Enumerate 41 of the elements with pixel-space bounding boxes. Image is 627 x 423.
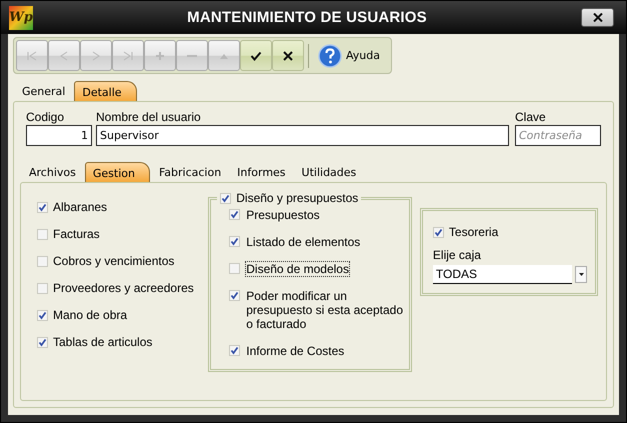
field-label: Nombre del usuario <box>96 110 202 124</box>
help-icon <box>318 44 342 68</box>
tab[interactable]: General <box>15 81 72 101</box>
dropdown-button[interactable] <box>575 266 587 283</box>
checkbox-label: Poder modificar un presupuesto si esta aceptado o facturado <box>245 288 404 332</box>
checkbox-label: Tesoreria <box>448 225 498 239</box>
checkbox-label: Listado de elementos <box>245 234 362 250</box>
field-label: Codigo <box>26 110 66 124</box>
checkbox[interactable] <box>37 310 48 320</box>
accept-button[interactable] <box>240 40 272 71</box>
tab[interactable]: Archivos <box>22 162 83 182</box>
close-icon <box>592 13 602 22</box>
help-button[interactable]: Ayuda <box>313 40 389 71</box>
group-label: Diseño y presupuestos <box>236 191 358 205</box>
tab[interactable]: Utilidades <box>294 162 364 182</box>
tab[interactable]: Informes <box>230 162 293 182</box>
field-label: Elije caja <box>432 248 482 262</box>
caret-icon <box>578 273 584 276</box>
password-field[interactable]: Contraseña <box>515 125 601 146</box>
checkbox[interactable] <box>37 202 48 212</box>
tab[interactable]: Detalle <box>74 81 137 101</box>
close-button[interactable] <box>581 8 614 27</box>
checkbox-label: Cobros y vencimientos <box>53 254 174 268</box>
checkbox-label: Facturas <box>53 227 100 241</box>
checkbox-label: Proveedores y acreedores <box>53 281 194 295</box>
app-logo: Wp <box>9 6 33 30</box>
field-label: Clave <box>515 110 547 124</box>
checkbox-label: Informe de Costes <box>245 343 346 359</box>
cash-dropdown[interactable]: TODAS <box>432 265 572 284</box>
tab[interactable]: Fabricacion <box>152 162 228 182</box>
checkbox-label: Diseño de modelos <box>245 261 350 277</box>
checkbox[interactable] <box>37 336 48 348</box>
checkbox-label: Tablas de articulos <box>53 335 152 349</box>
code-field[interactable]: 1 <box>26 125 92 146</box>
tab[interactable]: Gestion <box>84 162 150 182</box>
name-field[interactable]: Supervisor <box>96 125 509 146</box>
window-title: MANTENIMIENTO DE USUARIOS <box>186 9 428 26</box>
cancel-button[interactable] <box>272 40 304 71</box>
checkbox-label: Mano de obra <box>53 308 128 322</box>
checkbox-label: Presupuestos <box>245 207 321 223</box>
checkbox-label: Albaranes <box>53 200 108 214</box>
